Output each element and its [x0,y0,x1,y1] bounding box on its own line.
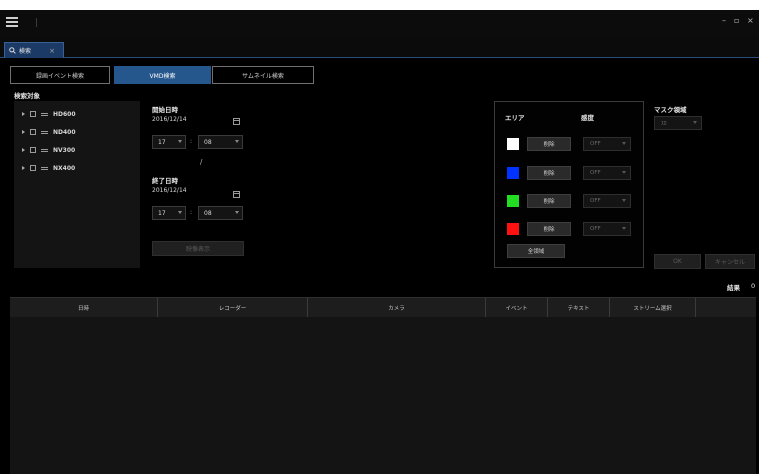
end-datetime-label: 終了日時 [152,177,178,185]
checkbox[interactable] [30,147,36,153]
time-colon: : [190,138,193,145]
ok-button[interactable]: OK [654,254,701,269]
sensitivity-select[interactable]: OFF [583,222,631,236]
sensitivity-value: OFF [590,198,601,204]
checkbox[interactable] [30,111,36,117]
tree-item-nv300[interactable]: NV300 [22,145,75,155]
title-bar: – ▫ × [0,10,759,36]
expand-icon[interactable] [22,148,25,152]
end-minute-value: 08 [204,209,212,217]
results-grid-body [10,317,756,474]
start-datetime-label: 開始日時 [152,106,178,114]
column-header-datetime[interactable]: 日時 [10,298,158,318]
area-delete-button[interactable]: 削除 [527,166,571,180]
mask-area-value: ｽﾛ [661,121,667,127]
time-colon: : [190,209,193,216]
mode-vmd-search-button[interactable]: VMD検索 [114,66,211,84]
sensitivity-value: OFF [590,170,601,176]
tree-item-label: NX400 [53,164,76,172]
area-delete-button[interactable]: 削除 [527,137,571,151]
mask-area-select[interactable]: ｽﾛ [654,116,702,130]
tree-item-label: HD600 [53,110,76,118]
search-icon [9,47,16,54]
area-color-swatch [507,223,519,235]
start-minute-spinner[interactable]: 08 [198,135,243,149]
all-areas-button[interactable]: 全領域 [507,244,565,258]
tab-strip: 検索 × [0,36,759,58]
checkbox[interactable] [30,165,36,171]
tree-item-nx400[interactable]: NX400 [22,163,75,173]
title-divider [36,18,37,27]
tab-close-icon[interactable]: × [49,47,55,55]
results-count: 0 [751,282,756,290]
end-minute-spinner[interactable]: 08 [198,206,243,220]
start-hour-value: 17 [158,138,166,146]
mode-event-search-button[interactable]: 録画イベント検索 [10,66,110,84]
sensitivity-select[interactable]: OFF [583,194,631,208]
expand-icon[interactable] [22,112,25,116]
sensitivity-value: OFF [590,226,601,232]
sensitivity-select[interactable]: OFF [583,166,631,180]
cancel-button[interactable]: キャンセル [705,254,755,269]
mode-thumbnail-search-button[interactable]: サムネイル検索 [212,66,314,84]
maximize-icon[interactable]: ▫ [734,16,739,25]
start-minute-value: 08 [204,138,212,146]
mask-area-title: マスク領域 [654,106,687,114]
expand-icon[interactable] [22,130,25,134]
results-grid-header: 日時 レコーダー カメラ イベント テキスト ストリーム選択 [10,297,756,318]
recorder-icon [41,166,48,170]
close-icon[interactable]: × [747,16,754,25]
column-header-recorder[interactable]: レコーダー [158,298,308,318]
area-delete-button[interactable]: 削除 [527,222,571,236]
app-window: – ▫ × 検索 × 録画イベント検索 VMD検索 サムネイル検索 検索対象 H… [0,10,759,474]
search-target-title: 検索対象 [14,92,40,100]
tab-search[interactable]: 検索 × [4,42,64,58]
area-title: エリア [505,114,525,122]
tree-item-nd400[interactable]: ND400 [22,127,76,137]
tab-label: 検索 [19,48,32,55]
range-separator: / [200,158,203,166]
tree-item-label: ND400 [53,128,76,136]
end-hour-value: 17 [158,209,166,217]
column-header-stream[interactable]: ストリーム選択 [610,298,696,318]
preview-button[interactable]: 映像表示 [152,241,244,256]
area-color-swatch [507,195,519,207]
column-header-event[interactable]: イベント [486,298,548,318]
recorder-icon [41,148,48,152]
recorder-icon [41,112,48,116]
area-panel: エリア 感度 削除 OFF 削除 OFF 削除 OFF 削除 OFF 全領域 [494,101,644,268]
minimize-icon[interactable]: – [722,16,726,25]
start-hour-spinner[interactable]: 17 [152,135,186,149]
area-color-swatch [507,167,519,179]
area-color-swatch [507,138,519,150]
end-date-field[interactable]: 2016/12/14 [152,187,187,194]
tree-item-hd600[interactable]: HD600 [22,109,76,119]
area-delete-button[interactable]: 削除 [527,194,571,208]
calendar-icon[interactable] [233,191,240,198]
checkbox[interactable] [30,129,36,135]
recorder-tree: HD600 ND400 NV300 NX400 [14,101,140,268]
column-header-camera[interactable]: カメラ [308,298,486,318]
end-hour-spinner[interactable]: 17 [152,206,186,220]
expand-icon[interactable] [22,166,25,170]
results-label: 結果 [727,284,740,292]
calendar-icon[interactable] [233,118,240,125]
menu-icon[interactable] [6,17,18,27]
start-date-field[interactable]: 2016/12/14 [152,116,187,123]
column-header-text[interactable]: テキスト [548,298,610,318]
sensitivity-value: OFF [590,141,601,147]
recorder-icon [41,130,48,134]
sensitivity-select[interactable]: OFF [583,137,631,151]
tree-item-label: NV300 [53,146,76,154]
sensitivity-title: 感度 [581,114,594,122]
